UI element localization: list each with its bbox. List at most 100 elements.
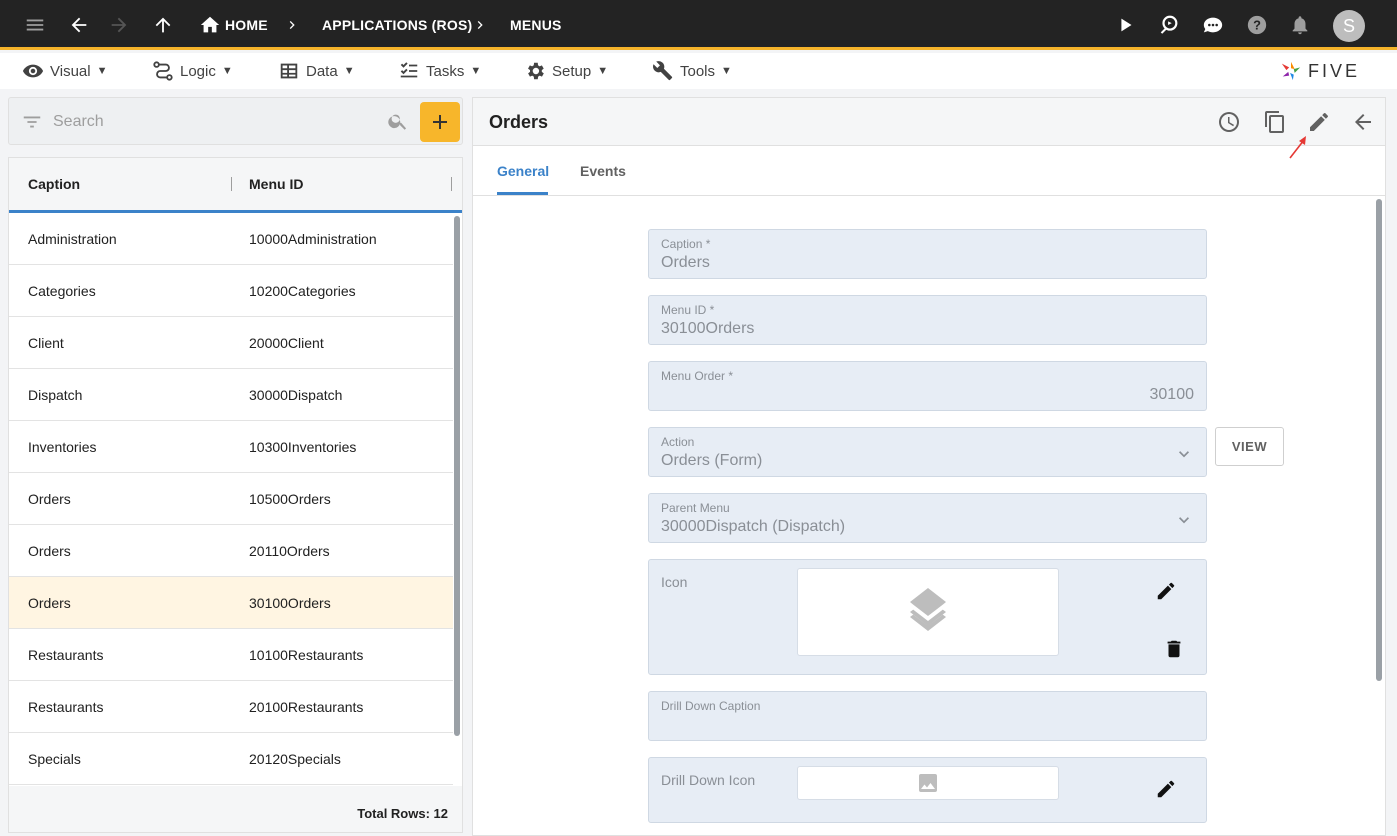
table-row[interactable]: Orders 30100Orders — [9, 577, 453, 629]
menu-id-value: 30100Orders — [661, 320, 755, 337]
row-menu-id: 10300Inventories — [249, 439, 357, 455]
list-scrollbar[interactable] — [454, 216, 460, 736]
menu-data[interactable]: Data ▼ — [278, 53, 355, 89]
row-menu-id: 20120Specials — [249, 751, 341, 767]
up-arrow-icon[interactable] — [150, 0, 176, 50]
detail-panel: Orders General Events Caption * Orders M… — [472, 97, 1386, 836]
search-help-icon[interactable] — [1156, 0, 1182, 50]
edit-pencil-icon[interactable] — [1155, 778, 1177, 805]
total-rows: Total Rows: 12 — [357, 806, 448, 821]
icon-preview[interactable] — [797, 568, 1059, 656]
edit-pencil-icon[interactable] — [1307, 110, 1331, 139]
row-menu-id: 30100Orders — [249, 595, 331, 611]
chevron-down-icon[interactable] — [1174, 510, 1194, 535]
search-icon[interactable] — [387, 110, 409, 137]
row-menu-id: 20110Orders — [249, 543, 330, 559]
row-caption: Restaurants — [28, 699, 104, 715]
back-arrow-icon[interactable] — [66, 0, 92, 50]
table-row[interactable]: Dispatch 30000Dispatch — [9, 369, 453, 421]
chevron-down-icon[interactable] — [1174, 444, 1194, 469]
filter-icon[interactable] — [21, 111, 43, 138]
search-input[interactable] — [53, 108, 373, 136]
tab-general[interactable]: General — [497, 163, 549, 179]
bell-icon[interactable] — [1288, 0, 1312, 50]
row-caption: Administration — [28, 231, 117, 247]
image-icon — [919, 774, 937, 792]
row-menu-id: 30000Dispatch — [249, 387, 343, 403]
table-row[interactable]: Client 20000Client — [9, 317, 453, 369]
table-row[interactable]: Restaurants 20100Restaurants — [9, 681, 453, 733]
row-menu-id: 10000Administration — [249, 231, 377, 247]
row-caption: Orders — [28, 491, 71, 507]
row-menu-id: 10200Categories — [249, 283, 356, 299]
drill-down-icon-preview[interactable] — [797, 766, 1059, 800]
trash-icon[interactable] — [1163, 638, 1185, 665]
row-caption: Orders — [28, 543, 71, 559]
table-row[interactable]: Specials 20120Specials — [9, 733, 453, 785]
caret-down-icon: ▼ — [96, 65, 108, 77]
menu-visual[interactable]: Visual ▼ — [22, 53, 107, 89]
action-value: Orders (Form) — [661, 452, 763, 469]
back-arrow-icon[interactable] — [1351, 110, 1375, 139]
drill-down-icon-field: Drill Down Icon — [648, 757, 1207, 823]
view-button[interactable]: VIEW — [1215, 427, 1284, 466]
drill-down-caption-field[interactable]: Drill Down Caption — [648, 691, 1207, 741]
menu-tasks[interactable]: Tasks ▼ — [398, 53, 481, 89]
play-icon[interactable] — [1114, 0, 1138, 50]
table-row[interactable]: Restaurants 10100Restaurants — [9, 629, 453, 681]
forward-arrow-icon[interactable] — [106, 0, 132, 50]
column-divider[interactable] — [451, 177, 452, 191]
table-row[interactable]: Categories 10200Categories — [9, 265, 453, 317]
caret-down-icon: ▼ — [721, 65, 732, 77]
menu-id-field[interactable]: Menu ID * 30100Orders — [648, 295, 1207, 345]
menu-setup[interactable]: Setup ▼ — [524, 53, 608, 89]
menu-data-label: Data — [306, 62, 338, 80]
breadcrumb-applications[interactable]: APPLICATIONS (ROS) — [322, 0, 472, 50]
history-icon[interactable] — [1217, 110, 1241, 139]
table-icon — [280, 63, 298, 79]
tools-icon — [653, 61, 673, 81]
column-header-caption[interactable]: Caption — [28, 176, 80, 192]
caption-value: Orders — [661, 254, 710, 271]
edit-pencil-icon[interactable] — [1155, 580, 1177, 607]
eye-icon — [22, 64, 44, 78]
home-icon[interactable] — [198, 0, 222, 50]
parent-menu-select[interactable]: Parent Menu 30000Dispatch (Dispatch) — [648, 493, 1207, 543]
row-caption: Dispatch — [28, 387, 83, 403]
detail-header: Orders — [473, 98, 1385, 146]
action-label: Action — [661, 435, 695, 449]
menu-tools[interactable]: Tools ▼ — [652, 53, 732, 89]
menu-order-field[interactable]: Menu Order * 30100 — [648, 361, 1207, 411]
chevron-right-icon — [472, 0, 488, 50]
menu-logic-label: Logic — [180, 62, 216, 80]
breadcrumb-home[interactable]: HOME — [225, 0, 268, 50]
table-row[interactable]: Orders 10500Orders — [9, 473, 453, 525]
table-row[interactable]: Administration 10000Administration — [9, 213, 453, 265]
caret-down-icon: ▼ — [343, 65, 355, 77]
column-divider[interactable] — [231, 177, 232, 191]
breadcrumb-menus[interactable]: MENUS — [510, 0, 562, 50]
add-button[interactable] — [420, 102, 460, 142]
table-row[interactable]: Orders 20110Orders — [9, 525, 453, 577]
menu-bar: Visual ▼ Logic ▼ Data ▼ Tasks ▼ Setup ▼ … — [0, 53, 1397, 89]
chat-bot-icon[interactable] — [1200, 0, 1226, 50]
detail-scrollbar[interactable] — [1376, 199, 1382, 681]
icon-label: Icon — [661, 574, 688, 590]
caption-field[interactable]: Caption * Orders — [648, 229, 1207, 279]
top-bar: HOME APPLICATIONS (ROS) MENUS ? S — [0, 0, 1397, 50]
help-icon[interactable]: ? — [1244, 0, 1270, 50]
caret-down-icon: ▼ — [597, 65, 609, 77]
column-header-menu-id[interactable]: Menu ID — [249, 176, 303, 192]
menu-logic[interactable]: Logic ▼ — [152, 53, 233, 89]
action-select[interactable]: Action Orders (Form) — [648, 427, 1207, 477]
hamburger-menu-icon[interactable] — [22, 0, 48, 50]
copy-icon[interactable] — [1263, 110, 1287, 139]
chevron-right-icon — [284, 0, 300, 50]
row-caption: Specials — [28, 751, 81, 767]
menu-list: Caption Menu ID Administration 10000Admin… — [8, 157, 463, 833]
parent-menu-label: Parent Menu — [661, 501, 730, 515]
tab-events[interactable]: Events — [580, 163, 626, 179]
table-row[interactable]: Inventories 10300Inventories — [9, 421, 453, 473]
menu-order-value: 30100 — [1149, 386, 1195, 403]
avatar[interactable]: S — [1333, 10, 1365, 42]
